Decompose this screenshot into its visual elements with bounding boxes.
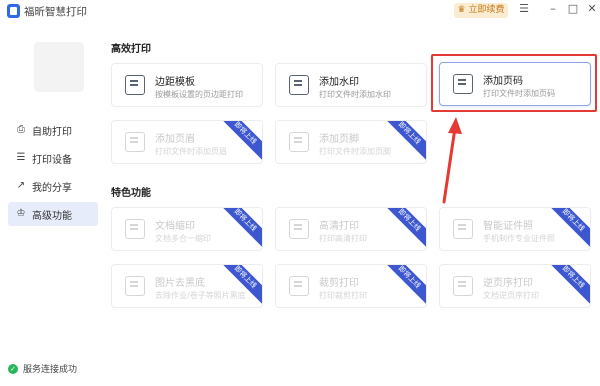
coming-soon-ribbon: 即将上线 (379, 265, 426, 307)
share-icon: ↗ (16, 180, 26, 191)
card-title: 添加页脚 (319, 134, 359, 145)
card-subtitle: 文档多合一缩印 (155, 234, 211, 243)
card-title: 逆页序打印 (483, 278, 533, 289)
card-add-watermark[interactable]: 添加水印 打印文件时添加水印 (275, 63, 427, 107)
card-subtitle: 手机制作专业证件照 (483, 234, 555, 243)
section-title-efficient: 高效打印 (111, 44, 151, 55)
title-bar: 福昕智慧打印 ♛ 立即续费 ☰ – □ ✕ (0, 0, 600, 22)
card-add-footer[interactable]: 添加页脚 打印文件时添加页脚 即将上线 (275, 120, 427, 164)
coming-soon-ribbon: 即将上线 (215, 208, 262, 250)
sidebar-item-self-print[interactable]: ⎙ 自助打印 (8, 118, 98, 142)
card-title: 添加水印 (319, 77, 359, 88)
highlight-box (431, 54, 597, 112)
card-crop-print[interactable]: 裁剪打印 打印裁剪打印 即将上线 (275, 264, 427, 308)
card-subtitle: 打印裁剪打印 (319, 291, 367, 300)
renew-vip-button[interactable]: ♛ 立即续费 (454, 3, 508, 18)
card-subtitle: 打印文件时添加页脚 (319, 147, 391, 156)
minimize-icon[interactable]: – (546, 2, 560, 15)
reverse-order-icon (453, 276, 473, 296)
check-icon: ✓ (8, 363, 18, 374)
card-subtitle: 打印高清打印 (319, 234, 367, 243)
shrink-print-icon (125, 219, 145, 239)
card-subtitle: 按模板设置的页边距打印 (155, 90, 243, 99)
renew-vip-label: 立即续费 (468, 5, 505, 15)
section-title-features: 特色功能 (111, 188, 151, 199)
sidebar-item-advanced[interactable]: ♔ 高级功能 (8, 202, 98, 226)
device-icon: ☰ (16, 152, 26, 163)
coming-soon-ribbon: 即将上线 (379, 208, 426, 250)
card-remove-black-bg[interactable]: 图片去黑底 去除作业/卷子等照片黑底 即将上线 (111, 264, 263, 308)
footer-icon (289, 132, 309, 152)
card-hd-print[interactable]: 高清打印 打印高清打印 即将上线 (275, 207, 427, 251)
card-title: 智能证件照 (483, 221, 533, 232)
status-text: 服务连接成功 (23, 365, 78, 375)
sidebar-item-devices[interactable]: ☰ 打印设备 (8, 146, 98, 170)
close-icon[interactable]: ✕ (585, 2, 599, 15)
header-icon (125, 132, 145, 152)
hd-print-icon (289, 219, 309, 239)
card-add-header[interactable]: 添加页眉 打印文件时添加页眉 即将上线 (111, 120, 263, 164)
card-title: 图片去黑底 (155, 278, 205, 289)
sidebar-item-label: 高级功能 (32, 210, 72, 222)
hamburger-icon[interactable]: ☰ (517, 2, 531, 15)
card-reverse-order-print[interactable]: 逆页序打印 文档逆页序打印 即将上线 (439, 264, 591, 308)
app-title: 福昕智慧打印 (24, 6, 87, 18)
crop-print-icon (289, 276, 309, 296)
connection-status: ✓ 服务连接成功 (8, 362, 77, 375)
sidebar: ⎙ 自助打印 ☰ 打印设备 ↗ 我的分享 ♔ 高级功能 (0, 22, 104, 386)
card-id-photo[interactable]: 智能证件照 手机制作专业证件照 即将上线 (439, 207, 591, 251)
card-subtitle: 文档逆页序打印 (483, 291, 539, 300)
coming-soon-ribbon: 即将上线 (543, 265, 590, 307)
app-logo-icon (7, 4, 20, 18)
sidebar-item-label: 我的分享 (32, 182, 72, 194)
card-title: 文档缩印 (155, 221, 195, 232)
card-subtitle: 打印文件时添加页眉 (155, 147, 227, 156)
sidebar-item-label: 自助打印 (32, 126, 72, 138)
card-margin-template[interactable]: 边距模板 按模板设置的页边距打印 (111, 63, 263, 107)
watermark-icon (289, 75, 309, 95)
maximize-icon[interactable]: □ (566, 2, 580, 15)
id-photo-icon (453, 219, 473, 239)
card-title: 边距模板 (155, 77, 195, 88)
avatar[interactable] (34, 42, 84, 92)
remove-black-bg-icon (125, 276, 145, 296)
card-title: 添加页眉 (155, 134, 195, 145)
card-title: 高清打印 (319, 221, 359, 232)
sidebar-item-share[interactable]: ↗ 我的分享 (8, 174, 98, 198)
printer-icon: ⎙ (17, 124, 25, 135)
sidebar-item-label: 打印设备 (32, 154, 72, 166)
margin-template-icon (125, 75, 145, 95)
card-title: 裁剪打印 (319, 278, 359, 289)
crown-icon: ♔ (16, 208, 26, 219)
card-doc-shrink-print[interactable]: 文档缩印 文档多合一缩印 即将上线 (111, 207, 263, 251)
card-subtitle: 去除作业/卷子等照片黑底 (155, 291, 246, 300)
card-subtitle: 打印文件时添加水印 (319, 90, 391, 99)
